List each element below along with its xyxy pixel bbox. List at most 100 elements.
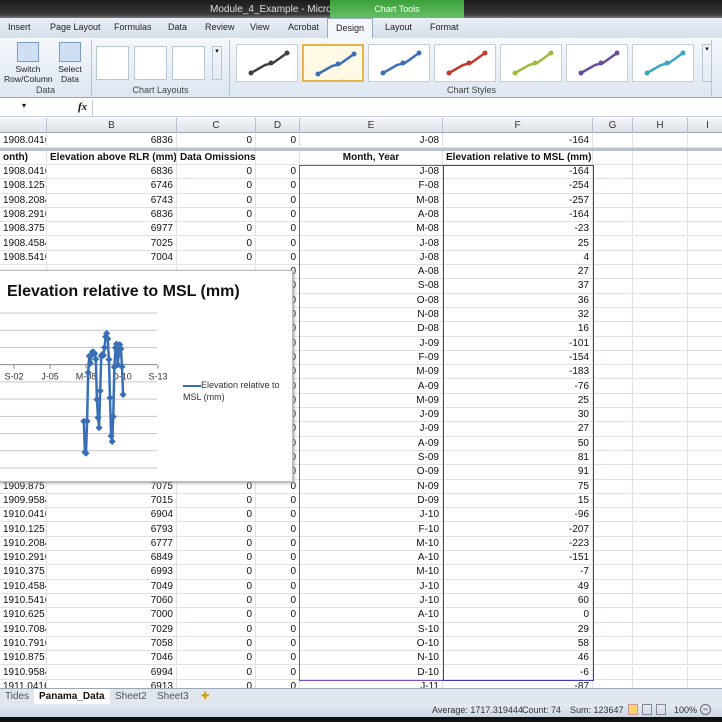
cell-i[interactable] xyxy=(688,322,722,336)
cell-d[interactable]: 0 xyxy=(256,493,300,508)
cell-g[interactable] xyxy=(593,350,633,365)
cell-e[interactable]: S-10 xyxy=(300,622,443,637)
cell-a[interactable]: onth) xyxy=(0,151,47,165)
cell-i[interactable] xyxy=(688,165,722,179)
cell-e[interactable]: M-09 xyxy=(300,365,443,380)
cell-a[interactable]: 1908.125 xyxy=(0,179,47,194)
cell-e[interactable]: M-08 xyxy=(300,222,443,237)
cell-f[interactable]: -154 xyxy=(443,350,593,365)
cell-h[interactable] xyxy=(633,579,688,594)
column-header[interactable]: H xyxy=(633,118,688,133)
cell-h[interactable] xyxy=(633,479,688,494)
cell-a[interactable]: 1908.2084 xyxy=(0,193,47,208)
cell-h[interactable] xyxy=(633,522,688,537)
cell-f[interactable]: 81 xyxy=(443,451,593,465)
cell-b[interactable]: 7004 xyxy=(47,250,177,265)
chart-layout-1[interactable] xyxy=(96,46,129,80)
cell-e[interactable]: S-08 xyxy=(300,279,443,294)
select-data-button[interactable]: Select Data xyxy=(54,42,86,84)
cell-d[interactable]: 0 xyxy=(256,193,300,208)
cell-a[interactable]: 1910.4584 xyxy=(0,579,47,594)
cell-g[interactable] xyxy=(593,651,633,666)
cell-b[interactable]: 7029 xyxy=(47,622,177,637)
cell-e[interactable]: M-10 xyxy=(300,565,443,580)
cell-h[interactable] xyxy=(633,350,688,365)
switch-row-column-button[interactable]: Switch Row/Column xyxy=(4,42,53,84)
column-header[interactable]: I xyxy=(688,118,722,133)
cell-i[interactable] xyxy=(688,337,722,351)
cell-h[interactable] xyxy=(633,622,688,637)
cell-c[interactable]: 0 xyxy=(177,594,256,608)
cell-a[interactable]: 1910.2084 xyxy=(0,536,47,551)
cell-h[interactable] xyxy=(633,451,688,465)
cell-a[interactable]: 1908.4584 xyxy=(0,236,47,251)
cell-c[interactable]: 0 xyxy=(177,622,256,637)
insert-sheet-icon[interactable]: ✚ xyxy=(196,689,214,704)
cell-d[interactable] xyxy=(256,151,300,165)
cell-f[interactable]: 50 xyxy=(443,436,593,451)
cell-h[interactable] xyxy=(633,422,688,437)
cell-e[interactable]: O-09 xyxy=(300,465,443,480)
cell-f[interactable]: 25 xyxy=(443,236,593,251)
cell-i[interactable] xyxy=(688,608,722,622)
cell-b[interactable]: 6836 xyxy=(47,133,177,148)
cell-c[interactable]: 0 xyxy=(177,536,256,551)
cell-d[interactable]: 0 xyxy=(256,522,300,537)
cell-f[interactable]: -23 xyxy=(443,222,593,237)
cell-a[interactable]: 1910.375 xyxy=(0,565,47,580)
cell-g[interactable] xyxy=(593,322,633,337)
cell-a[interactable]: 1909.9584 xyxy=(0,493,47,508)
cell-d[interactable]: 0 xyxy=(256,579,300,594)
cell-i[interactable] xyxy=(688,394,722,408)
cell-e[interactable]: O-10 xyxy=(300,636,443,651)
cell-f[interactable]: 4 xyxy=(443,250,593,265)
cell-e[interactable]: J-08 xyxy=(300,133,443,148)
cell-c[interactable]: 0 xyxy=(177,579,256,594)
cell-h[interactable] xyxy=(633,536,688,551)
cell-g[interactable] xyxy=(593,250,633,265)
cell-g[interactable] xyxy=(593,622,633,637)
cell-h[interactable] xyxy=(633,279,688,294)
chart-style-1[interactable] xyxy=(236,44,298,82)
cell-a[interactable]: 1908.375 xyxy=(0,222,47,237)
cell-f[interactable]: 16 xyxy=(443,322,593,337)
cell-i[interactable] xyxy=(688,279,722,293)
normal-view-button[interactable] xyxy=(628,704,638,715)
cell-h[interactable] xyxy=(633,236,688,251)
cell-e[interactable]: A-09 xyxy=(300,379,443,394)
embedded-chart[interactable]: Elevation relative to MSL (mm) S-02 J-05 M… xyxy=(0,270,293,482)
cell-g[interactable] xyxy=(593,551,633,566)
cell-h[interactable] xyxy=(633,165,688,179)
data-point[interactable] xyxy=(108,437,116,446)
cell-g[interactable] xyxy=(593,536,633,551)
cell-i[interactable] xyxy=(688,408,722,422)
cell-f[interactable]: 15 xyxy=(443,493,593,508)
cell-d[interactable]: 0 xyxy=(256,207,300,222)
cell-b[interactable]: Elevation above RLR (mm) xyxy=(47,151,177,165)
cell-i[interactable] xyxy=(688,265,722,279)
cell-d[interactable]: 0 xyxy=(256,179,300,194)
cell-b[interactable]: 6836 xyxy=(47,207,177,222)
chart-style-2[interactable] xyxy=(302,44,364,82)
layouts-more-button[interactable]: ▾ xyxy=(212,46,222,80)
cell-c[interactable]: 0 xyxy=(177,207,256,222)
cell-b[interactable]: 6836 xyxy=(47,165,177,179)
cell-b[interactable]: 6743 xyxy=(47,193,177,208)
cell-g[interactable] xyxy=(593,236,633,251)
cell-e[interactable]: M-09 xyxy=(300,393,443,408)
cell-h[interactable] xyxy=(633,308,688,322)
cell-h[interactable] xyxy=(633,265,688,280)
cell-h[interactable] xyxy=(633,179,688,194)
cell-h[interactable] xyxy=(633,608,688,623)
cell-d[interactable]: 0 xyxy=(256,165,300,179)
cell-h[interactable] xyxy=(633,651,688,666)
cell-b[interactable]: 6993 xyxy=(47,565,177,580)
chart-style-3[interactable] xyxy=(368,44,430,82)
column-header[interactable]: B xyxy=(47,118,177,133)
cell-e[interactable]: D-10 xyxy=(300,665,443,680)
cell-h[interactable] xyxy=(633,393,688,408)
cell-c[interactable]: 0 xyxy=(177,222,256,237)
cell-e[interactable]: O-08 xyxy=(300,293,443,308)
tab-design[interactable]: Design xyxy=(327,18,374,39)
cell-i[interactable] xyxy=(688,580,722,594)
